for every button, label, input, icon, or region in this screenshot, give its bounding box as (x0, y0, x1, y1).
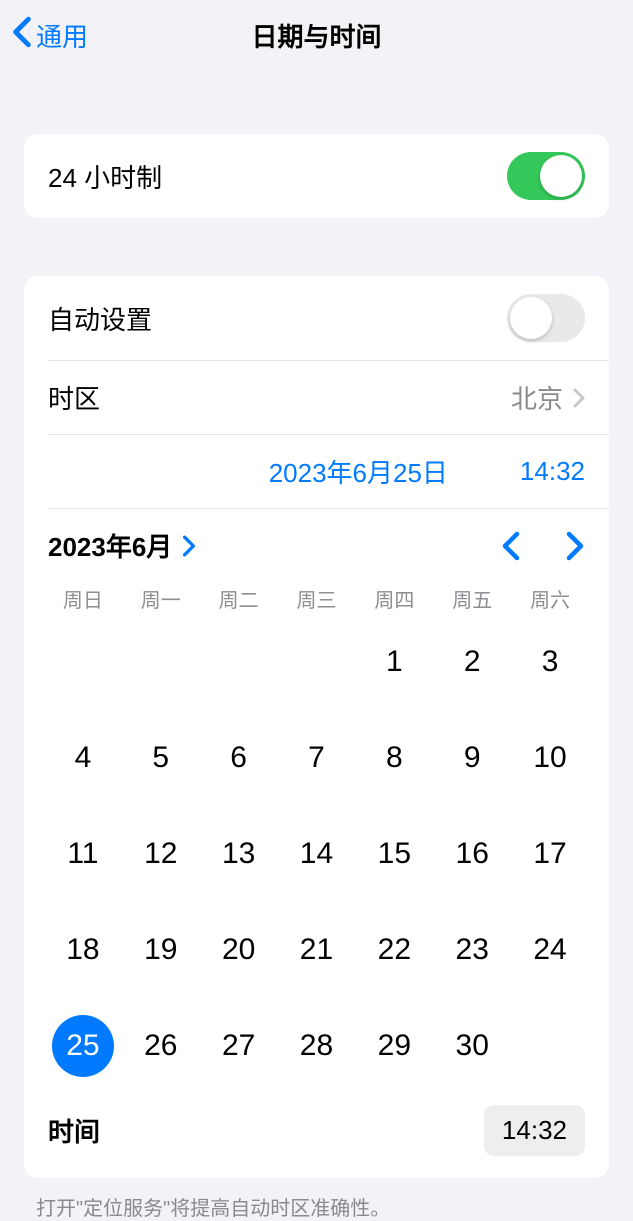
calendar-weekday: 周二 (200, 584, 278, 613)
calendar-day[interactable]: 28 (278, 1015, 356, 1077)
calendar-weekday: 周四 (355, 584, 433, 613)
calendar-header: 2023年6月 (24, 509, 609, 576)
calendar-day[interactable]: 5 (122, 727, 200, 789)
calendar-day[interactable]: 23 (433, 919, 511, 981)
chevron-left-icon (12, 16, 32, 55)
row-current-datetime: 2023年6月25日 14:32 (24, 435, 609, 508)
calendar-day[interactable]: 13 (200, 823, 278, 885)
calendar-day[interactable]: 9 (433, 727, 511, 789)
toggle-knob (540, 155, 582, 197)
row-time-label: 时间 (48, 1112, 100, 1149)
calendar-day-empty (278, 631, 356, 693)
calendar-weekdays: 周日周一周二周三周四周五周六 (24, 576, 609, 621)
back-button[interactable]: 通用 (0, 16, 88, 55)
calendar-day[interactable]: 24 (511, 919, 589, 981)
calendar-prev-button[interactable] (501, 531, 521, 561)
calendar-day[interactable]: 14 (278, 823, 356, 885)
current-time-button[interactable]: 14:32 (520, 456, 585, 487)
calendar-day[interactable]: 18 (44, 919, 122, 981)
chevron-right-icon (573, 388, 585, 408)
calendar-day[interactable]: 25 (44, 1015, 122, 1077)
calendar-day-empty (122, 631, 200, 693)
row-timezone[interactable]: 时区 北京 (24, 361, 609, 434)
time-pill-button[interactable]: 14:32 (484, 1105, 585, 1156)
calendar-day[interactable]: 8 (355, 727, 433, 789)
calendar-day[interactable]: 22 (355, 919, 433, 981)
toggle-autoset[interactable] (507, 294, 585, 342)
calendar-day[interactable]: 12 (122, 823, 200, 885)
calendar-month-button[interactable]: 2023年6月 (48, 527, 196, 564)
calendar-day[interactable]: 7 (278, 727, 356, 789)
calendar-weekday: 周一 (122, 584, 200, 613)
calendar-day[interactable]: 26 (122, 1015, 200, 1077)
row-time: 时间 14:32 (24, 1087, 609, 1178)
row-autoset: 自动设置 (24, 276, 609, 360)
nav-bar: 通用 日期与时间 (0, 0, 633, 70)
row-24hour: 24 小时制 (24, 134, 609, 218)
calendar-day-empty (44, 631, 122, 693)
calendar-day[interactable]: 15 (355, 823, 433, 885)
toggle-24hour[interactable] (507, 152, 585, 200)
calendar-day-empty (200, 631, 278, 693)
group-datetime: 自动设置 时区 北京 2023年6月25日 14:32 2023年6月 (24, 276, 609, 1178)
calendar-day[interactable]: 30 (433, 1015, 511, 1077)
calendar-weekday: 周五 (433, 584, 511, 613)
footer-note: 打开"定位服务"将提高自动时区准确性。 (0, 1178, 633, 1221)
row-24hour-label: 24 小时制 (48, 158, 162, 195)
chevron-right-icon (182, 535, 196, 557)
calendar-weekday: 周三 (278, 584, 356, 613)
calendar-day[interactable]: 19 (122, 919, 200, 981)
calendar-day[interactable]: 2 (433, 631, 511, 693)
row-timezone-label: 时区 (48, 379, 100, 416)
calendar-day[interactable]: 16 (433, 823, 511, 885)
calendar-month-label: 2023年6月 (48, 527, 172, 564)
toggle-knob (510, 297, 552, 339)
calendar-weekday: 周日 (44, 584, 122, 613)
calendar-day[interactable]: 3 (511, 631, 589, 693)
calendar-grid: 1234567891011121314151617181920212223242… (24, 621, 609, 1077)
calendar-next-button[interactable] (565, 531, 585, 561)
row-timezone-value: 北京 (511, 379, 563, 416)
calendar-day[interactable]: 11 (44, 823, 122, 885)
calendar-day[interactable]: 29 (355, 1015, 433, 1077)
back-label: 通用 (36, 17, 88, 54)
calendar-nav (501, 531, 585, 561)
row-autoset-label: 自动设置 (48, 300, 152, 337)
calendar-day[interactable]: 4 (44, 727, 122, 789)
calendar-day[interactable]: 10 (511, 727, 589, 789)
group-24hour: 24 小时制 (24, 134, 609, 218)
calendar-day[interactable]: 6 (200, 727, 278, 789)
page-title: 日期与时间 (0, 17, 633, 54)
calendar-day[interactable]: 1 (355, 631, 433, 693)
calendar-day[interactable]: 20 (200, 919, 278, 981)
calendar-day[interactable]: 21 (278, 919, 356, 981)
current-date-button[interactable]: 2023年6月25日 (269, 453, 448, 490)
calendar-weekday: 周六 (511, 584, 589, 613)
calendar-day[interactable]: 17 (511, 823, 589, 885)
calendar-day[interactable]: 27 (200, 1015, 278, 1077)
row-timezone-value-wrap: 北京 (511, 379, 585, 416)
